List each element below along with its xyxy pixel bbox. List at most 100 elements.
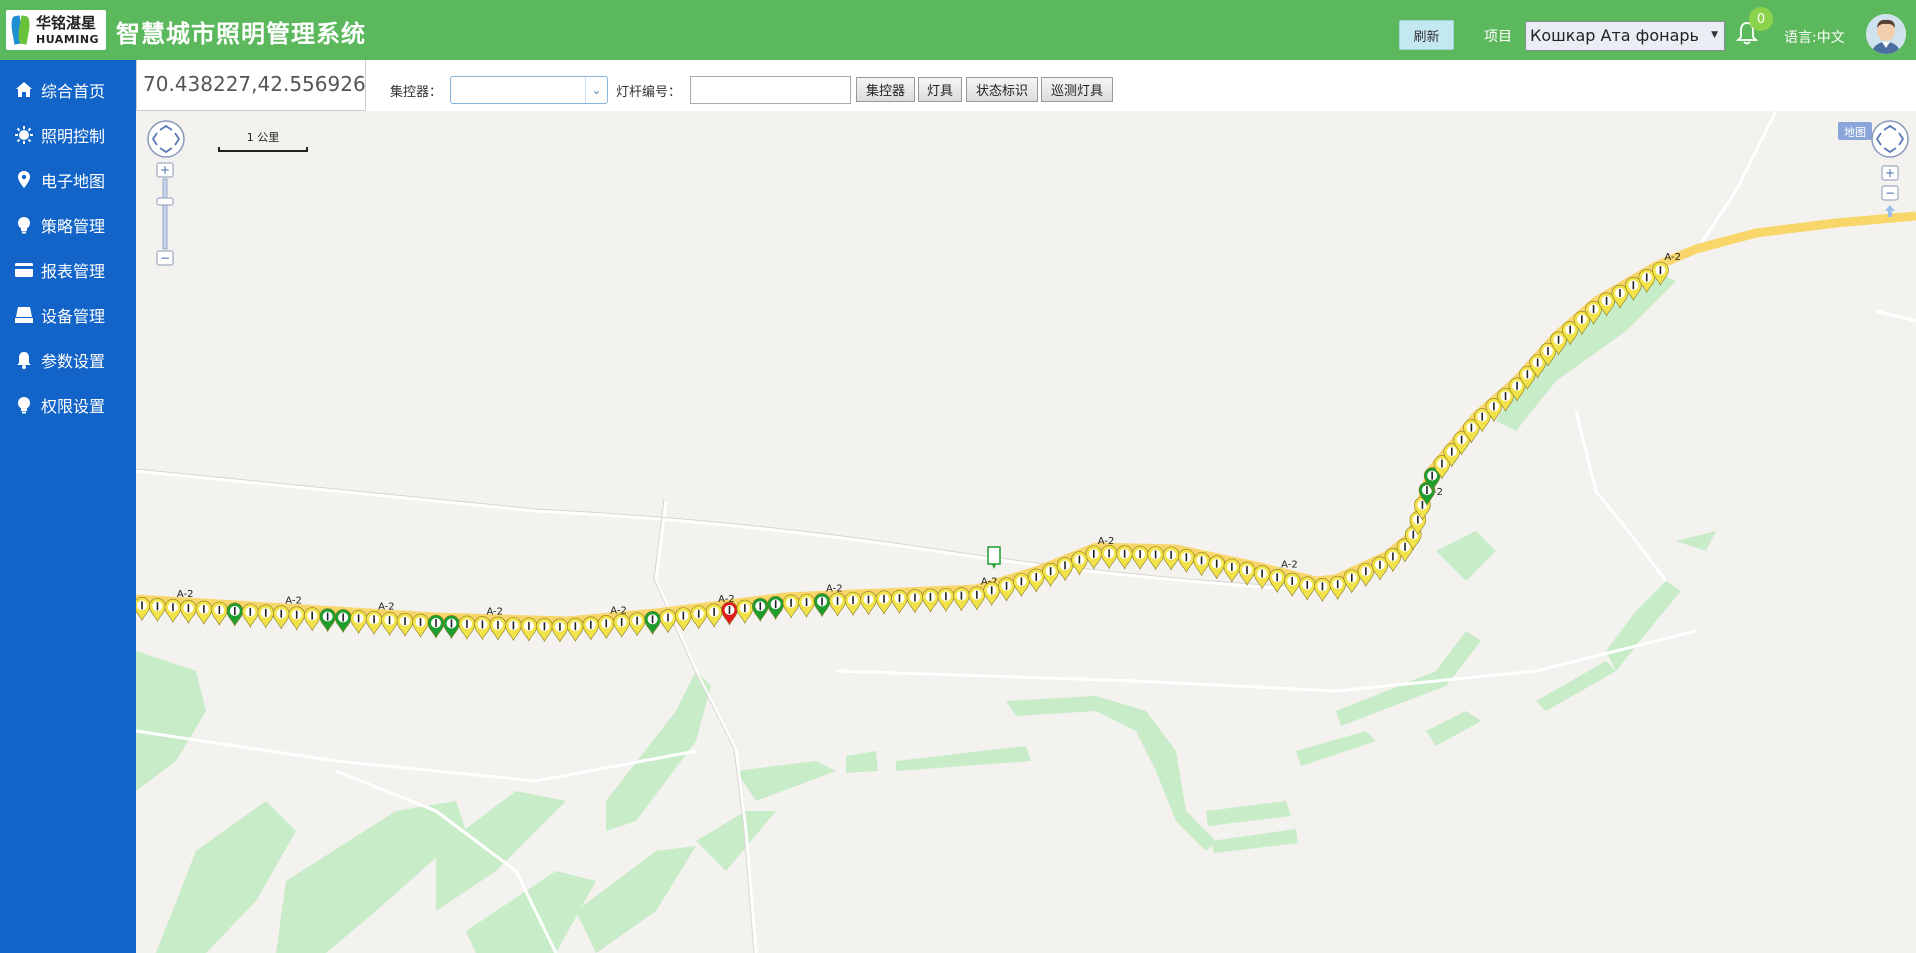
lamp-marker[interactable] <box>1314 578 1331 603</box>
lamp-marker[interactable] <box>1147 546 1164 571</box>
lamp-marker[interactable] <box>767 596 784 621</box>
lamp-marker[interactable] <box>1283 572 1301 597</box>
lamp-marker[interactable] <box>427 614 445 639</box>
refresh-button[interactable]: 刷新 <box>1399 20 1454 50</box>
lamp-marker[interactable] <box>953 587 970 612</box>
map-nav-control-right[interactable]: + − <box>1870 119 1910 219</box>
lamp-marker[interactable] <box>303 607 321 632</box>
sidebar-item-home[interactable]: 综合首页 <box>0 67 136 112</box>
map-nav-control[interactable]: + − <box>146 119 186 279</box>
lamp-marker[interactable] <box>582 616 600 641</box>
project-select[interactable]: Кошкар Ата фонарь ▼ <box>1525 21 1725 51</box>
lamp-marker[interactable] <box>474 616 491 641</box>
lamp-marker[interactable] <box>983 582 1001 607</box>
lamp-marker[interactable] <box>613 613 630 638</box>
sidebar-item-permissions[interactable]: 权限设置 <box>0 382 136 427</box>
lamp-marker[interactable] <box>164 598 182 624</box>
lamp-marker[interactable] <box>813 593 831 618</box>
lamp-marker[interactable] <box>211 601 228 626</box>
lamp-marker[interactable] <box>1100 545 1118 570</box>
lamp-marker[interactable] <box>319 608 336 633</box>
lamp-marker[interactable] <box>1329 575 1347 601</box>
lamp-marker[interactable] <box>875 590 893 615</box>
lamp-marker[interactable] <box>458 615 476 640</box>
lamp-marker[interactable] <box>1208 555 1226 580</box>
lamp-markers[interactable]: A-2A-2A-2A-2A-2A-2A-2A-2A-2A-2A-2A-2A-2 <box>136 252 1681 643</box>
lamp-marker[interactable] <box>644 611 661 636</box>
patrol-luminaire-button[interactable]: 巡测灯具 <box>1041 77 1113 102</box>
lamp-marker[interactable] <box>288 606 306 631</box>
lamp-marker[interactable] <box>1131 545 1149 570</box>
lamp-marker[interactable] <box>705 603 723 628</box>
lamp-marker[interactable] <box>1223 558 1241 583</box>
lamp-marker[interactable] <box>1085 545 1103 570</box>
sidebar-item-e-map[interactable]: 电子地图 <box>0 157 136 202</box>
lamp-marker[interactable] <box>257 604 275 629</box>
electronic-map[interactable]: A-2A-2A-2A-2A-2A-2A-2A-2A-2A-2A-2A-2A-2 … <box>136 111 1916 953</box>
luminaire-filter-button[interactable]: 灯具 <box>918 77 962 102</box>
status-legend-button[interactable]: 状态标识 <box>966 77 1038 102</box>
lamp-marker[interactable] <box>396 612 414 637</box>
controller-filter-button[interactable]: 集控器 <box>856 77 915 102</box>
map-type-toggle[interactable]: 地图 <box>1838 122 1872 140</box>
lamp-marker[interactable] <box>1238 561 1256 586</box>
lamp-marker[interactable] <box>721 601 738 626</box>
lamp-marker[interactable] <box>334 609 352 634</box>
lamp-marker[interactable] <box>597 615 615 640</box>
lamp-marker[interactable] <box>1056 557 1074 582</box>
lamp-marker[interactable] <box>551 618 569 643</box>
lamp-marker[interactable] <box>505 617 522 642</box>
lamp-marker[interactable] <box>520 617 538 642</box>
user-avatar[interactable] <box>1866 14 1906 54</box>
lamp-marker[interactable] <box>443 615 460 640</box>
sidebar-item-reports[interactable]: 报表管理 <box>0 247 136 292</box>
lamp-marker[interactable] <box>829 592 846 617</box>
controller-select[interactable]: ⌄ <box>450 76 608 104</box>
lamp-marker[interactable] <box>489 616 507 641</box>
lamp-marker[interactable] <box>690 605 708 630</box>
lamp-marker[interactable] <box>860 591 877 616</box>
lamp-marker[interactable] <box>226 602 244 627</box>
sidebar-item-strategy[interactable]: 策略管理 <box>0 202 136 247</box>
lamp-marker[interactable] <box>844 591 862 616</box>
lamp-marker[interactable] <box>1298 576 1316 601</box>
lamp-marker[interactable] <box>1193 552 1210 577</box>
lamp-marker[interactable] <box>536 618 553 643</box>
lamp-marker[interactable] <box>998 577 1015 602</box>
lamp-marker[interactable] <box>149 598 166 623</box>
lamp-marker[interactable] <box>1013 573 1030 598</box>
lamp-marker[interactable] <box>272 605 290 630</box>
lamp-marker[interactable] <box>381 611 398 637</box>
language-switch[interactable]: 语言:中文 <box>1784 27 1845 47</box>
lamp-marker[interactable] <box>782 594 800 619</box>
lamp-marker[interactable] <box>1042 562 1059 587</box>
sidebar-item-lighting-control[interactable]: 照明控制 <box>0 112 136 157</box>
lamp-marker[interactable] <box>567 617 584 642</box>
lamp-marker[interactable] <box>751 597 769 622</box>
lamp-marker[interactable] <box>195 600 213 625</box>
lamp-marker[interactable] <box>922 588 939 613</box>
lamp-marker[interactable] <box>365 611 383 636</box>
lamp-marker[interactable] <box>1178 548 1195 574</box>
sidebar-item-devices[interactable]: 设备管理 <box>0 292 136 337</box>
lamp-marker[interactable] <box>736 599 754 624</box>
station-marker[interactable] <box>987 546 1001 569</box>
lamp-marker[interactable] <box>1343 569 1361 594</box>
lamp-marker[interactable] <box>412 613 429 638</box>
lamp-marker[interactable] <box>1116 545 1133 570</box>
lamp-marker[interactable] <box>891 589 908 614</box>
lamp-marker[interactable] <box>1357 563 1375 588</box>
lamp-marker[interactable] <box>1162 546 1180 571</box>
lamp-marker[interactable] <box>350 610 367 635</box>
lamp-marker[interactable] <box>1027 568 1045 593</box>
pole-number-input[interactable] <box>690 76 851 104</box>
lamp-marker[interactable] <box>937 588 955 613</box>
lamp-marker[interactable] <box>628 612 646 637</box>
lamp-marker[interactable] <box>241 603 259 628</box>
lamp-marker[interactable] <box>906 589 924 614</box>
lamp-marker[interactable] <box>180 599 197 624</box>
sidebar-item-parameters[interactable]: 参数设置 <box>0 337 136 382</box>
lamp-marker[interactable] <box>659 609 677 634</box>
lamp-marker[interactable] <box>798 593 815 618</box>
lamp-marker[interactable] <box>968 586 986 611</box>
